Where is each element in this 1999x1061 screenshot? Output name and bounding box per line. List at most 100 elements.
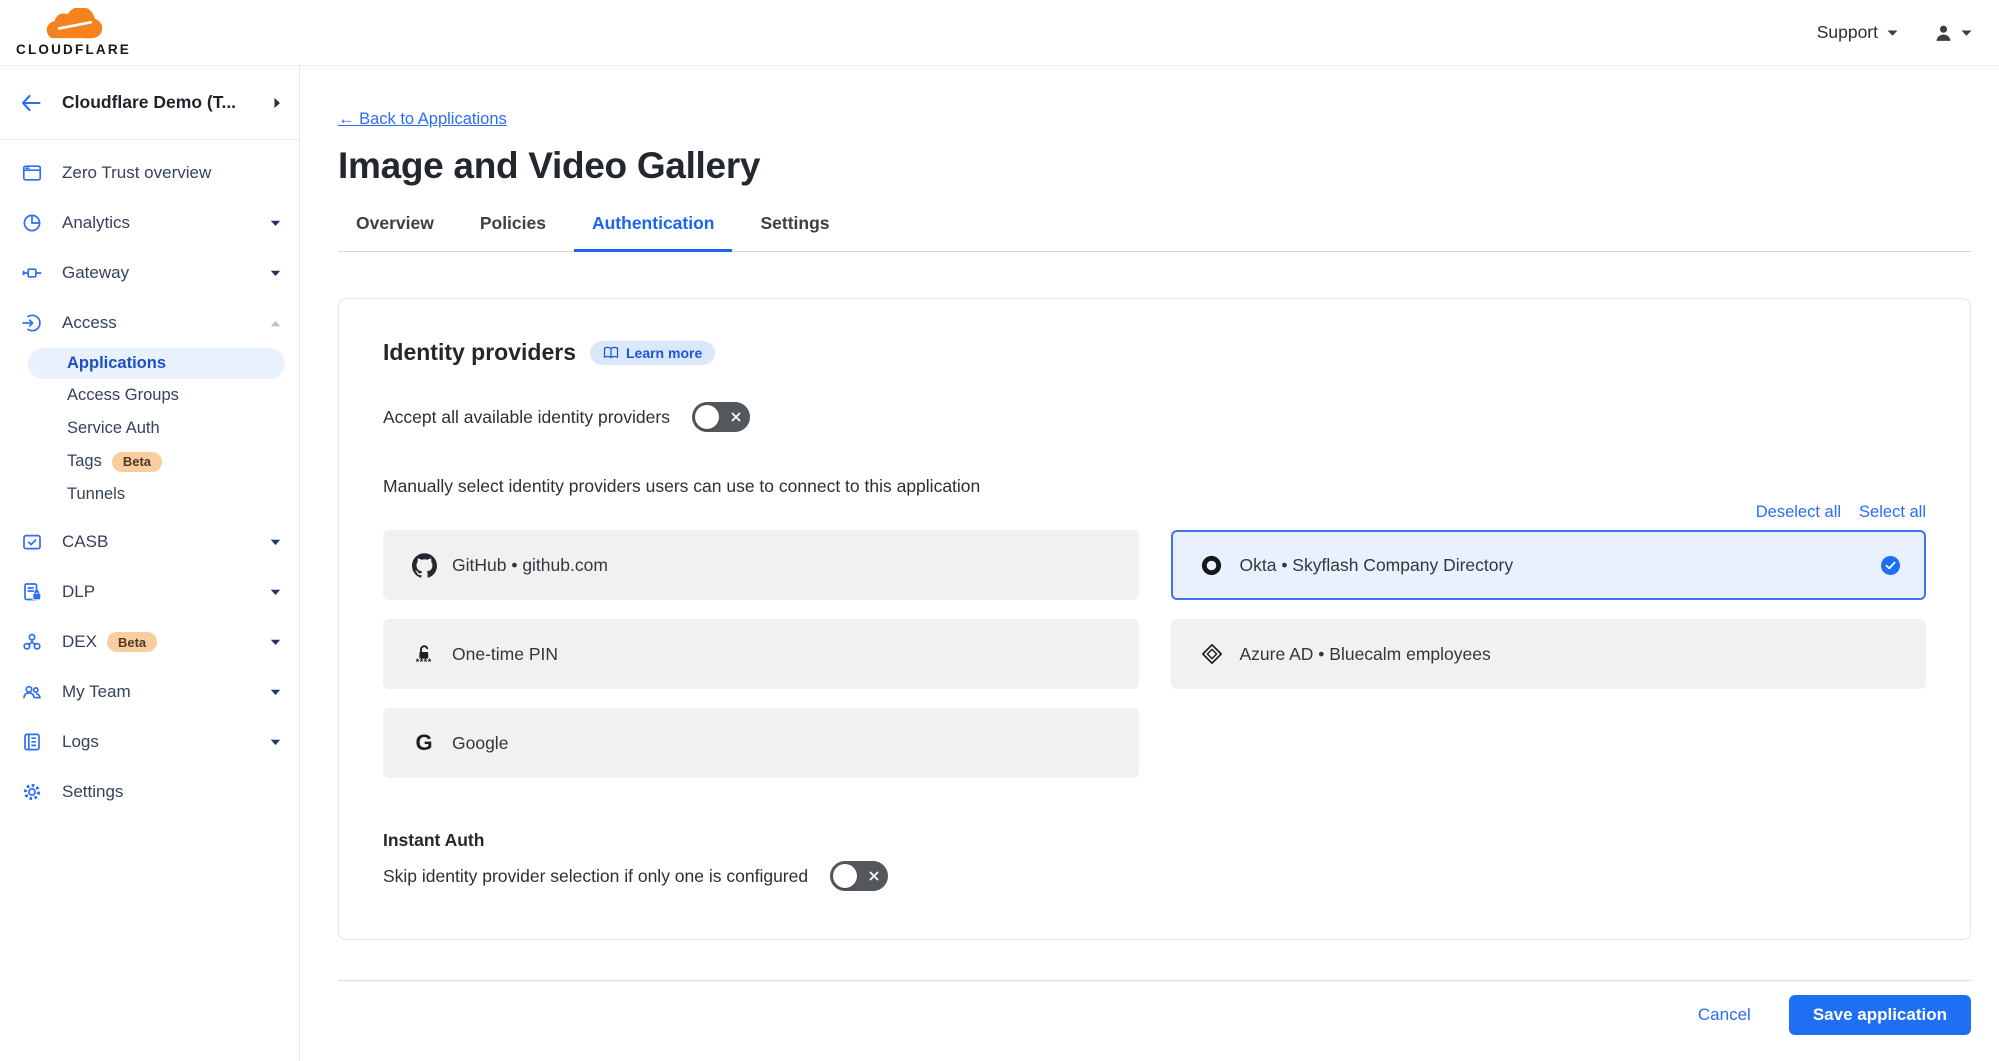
- sidebar-item-logs[interactable]: Logs: [0, 717, 299, 767]
- support-label: Support: [1817, 22, 1878, 43]
- sidebar-item-access[interactable]: Access: [0, 298, 299, 348]
- learn-more-badge[interactable]: Learn more: [590, 341, 715, 365]
- card-header: Identity providers Learn more: [383, 339, 1926, 366]
- back-arrow-icon[interactable]: [20, 94, 42, 112]
- chevron-down-icon: [270, 739, 281, 746]
- account-name: Cloudflare Demo (T...: [62, 92, 273, 113]
- cloudflare-logo[interactable]: CLOUDFLARE: [16, 8, 131, 57]
- sidebar-item-my-team[interactable]: My Team: [0, 667, 299, 717]
- sidebar-item-gateway[interactable]: Gateway: [0, 248, 299, 298]
- toggle-off-x-icon: [730, 411, 742, 423]
- chevron-down-icon: [270, 689, 281, 696]
- provider-tile-okta[interactable]: Okta • Skyflash Company Directory: [1171, 530, 1927, 600]
- sidebar-item-analytics[interactable]: Analytics: [0, 198, 299, 248]
- cloudflare-wordmark: CLOUDFLARE: [16, 42, 131, 57]
- back-to-applications-link[interactable]: ← Back to Applications: [338, 110, 507, 129]
- selection-links: Deselect all Select all: [383, 503, 1926, 522]
- tab-overview[interactable]: Overview: [338, 207, 452, 252]
- sidebar-item-applications[interactable]: Applications: [28, 348, 285, 379]
- sidebar-item-casb[interactable]: CASB: [0, 517, 299, 567]
- chevron-down-icon: [270, 589, 281, 596]
- provider-grid: GitHub • github.com Okta • Skyflash Comp…: [383, 530, 1926, 778]
- page-title: Image and Video Gallery: [338, 145, 1971, 187]
- access-icon: [20, 312, 44, 334]
- sidebar-item-tags[interactable]: Tags Beta: [0, 445, 299, 478]
- chevron-down-icon: [270, 270, 281, 277]
- support-menu[interactable]: Support: [1817, 22, 1899, 43]
- instant-auth-heading: Instant Auth: [383, 830, 1926, 851]
- chevron-right-icon: [273, 97, 281, 109]
- okta-icon: [1199, 553, 1225, 578]
- azure-ad-icon: [1199, 642, 1225, 666]
- dex-icon: [20, 631, 44, 653]
- select-all-link[interactable]: Select all: [1859, 503, 1926, 522]
- svg-text:****: ****: [416, 657, 432, 666]
- chevron-down-icon: [270, 220, 281, 227]
- manual-select-label: Manually select identity providers users…: [383, 476, 1926, 497]
- save-application-button[interactable]: Save application: [1789, 995, 1971, 1035]
- cancel-button[interactable]: Cancel: [1698, 1005, 1751, 1025]
- footer-divider: [338, 980, 1971, 981]
- beta-badge: Beta: [112, 452, 162, 472]
- provider-tile-azure-ad[interactable]: Azure AD • Bluecalm employees: [1171, 619, 1927, 689]
- instant-auth-row: Skip identity provider selection if only…: [383, 861, 1926, 891]
- chevron-down-icon: [1886, 29, 1899, 37]
- provider-tile-one-time-pin[interactable]: **** One-time PIN: [383, 619, 1139, 689]
- account-switcher[interactable]: Cloudflare Demo (T...: [0, 66, 299, 140]
- sidebar-item-dex[interactable]: DEX Beta: [0, 617, 299, 667]
- chevron-down-icon: [270, 539, 281, 546]
- analytics-icon: [20, 212, 44, 234]
- dlp-icon: [20, 581, 44, 603]
- topbar: CLOUDFLARE Support: [0, 0, 1999, 66]
- beta-badge: Beta: [107, 632, 157, 652]
- my-team-icon: [20, 681, 44, 703]
- page: CLOUDFLARE Support: [0, 0, 1999, 1061]
- instant-auth-label: Skip identity provider selection if only…: [383, 866, 808, 887]
- learn-more-label: Learn more: [626, 345, 702, 361]
- chevron-down-icon: [1960, 29, 1973, 37]
- tab-authentication[interactable]: Authentication: [574, 207, 733, 252]
- logs-icon: [20, 731, 44, 753]
- github-icon: [411, 553, 437, 578]
- instant-auth-toggle[interactable]: [830, 861, 888, 891]
- sidebar: Cloudflare Demo (T... Zero Trust overvie…: [0, 66, 300, 1061]
- tab-bar: Overview Policies Authentication Setting…: [338, 207, 1971, 252]
- identity-providers-card: Identity providers Learn more Accept all…: [338, 298, 1971, 940]
- overview-icon: [20, 162, 44, 184]
- body: Cloudflare Demo (T... Zero Trust overvie…: [0, 66, 1999, 1061]
- one-time-pin-icon: ****: [411, 642, 437, 666]
- user-menu[interactable]: [1933, 23, 1973, 43]
- toggle-off-x-icon: [868, 870, 880, 882]
- deselect-all-link[interactable]: Deselect all: [1756, 503, 1841, 522]
- topbar-right: Support: [1817, 22, 1973, 43]
- accept-all-row: Accept all available identity providers: [383, 402, 1926, 432]
- tab-settings[interactable]: Settings: [742, 207, 847, 252]
- sidebar-item-dlp[interactable]: DLP: [0, 567, 299, 617]
- sidebar-item-zero-trust-overview[interactable]: Zero Trust overview: [0, 148, 299, 198]
- footer-actions: Cancel Save application: [338, 995, 1971, 1035]
- sidebar-item-service-auth[interactable]: Service Auth: [0, 412, 299, 445]
- selected-check-icon: [1881, 556, 1900, 575]
- provider-tile-google[interactable]: G Google: [383, 708, 1139, 778]
- cloudflare-cloud-icon: [42, 8, 106, 41]
- access-sub-menu: Applications Access Groups Service Auth …: [0, 348, 299, 511]
- main-content: ← Back to Applications Image and Video G…: [300, 66, 1999, 1061]
- toggle-knob: [833, 864, 857, 888]
- tab-policies[interactable]: Policies: [462, 207, 564, 252]
- card-title: Identity providers: [383, 339, 576, 366]
- casb-icon: [20, 531, 44, 553]
- toggle-knob: [695, 405, 719, 429]
- provider-tile-github[interactable]: GitHub • github.com: [383, 530, 1139, 600]
- sidebar-item-access-groups[interactable]: Access Groups: [0, 379, 299, 412]
- sidebar-item-settings[interactable]: Settings: [0, 767, 299, 817]
- google-icon: G: [411, 732, 437, 754]
- chevron-up-icon: [270, 320, 281, 327]
- chevron-down-icon: [270, 639, 281, 646]
- accept-all-label: Accept all available identity providers: [383, 407, 670, 428]
- user-icon: [1933, 23, 1954, 43]
- sidebar-nav: Zero Trust overview Analytics: [0, 140, 299, 817]
- book-icon: [603, 346, 619, 360]
- sidebar-item-tunnels[interactable]: Tunnels: [0, 478, 299, 511]
- gear-icon: [20, 781, 44, 803]
- accept-all-toggle[interactable]: [692, 402, 750, 432]
